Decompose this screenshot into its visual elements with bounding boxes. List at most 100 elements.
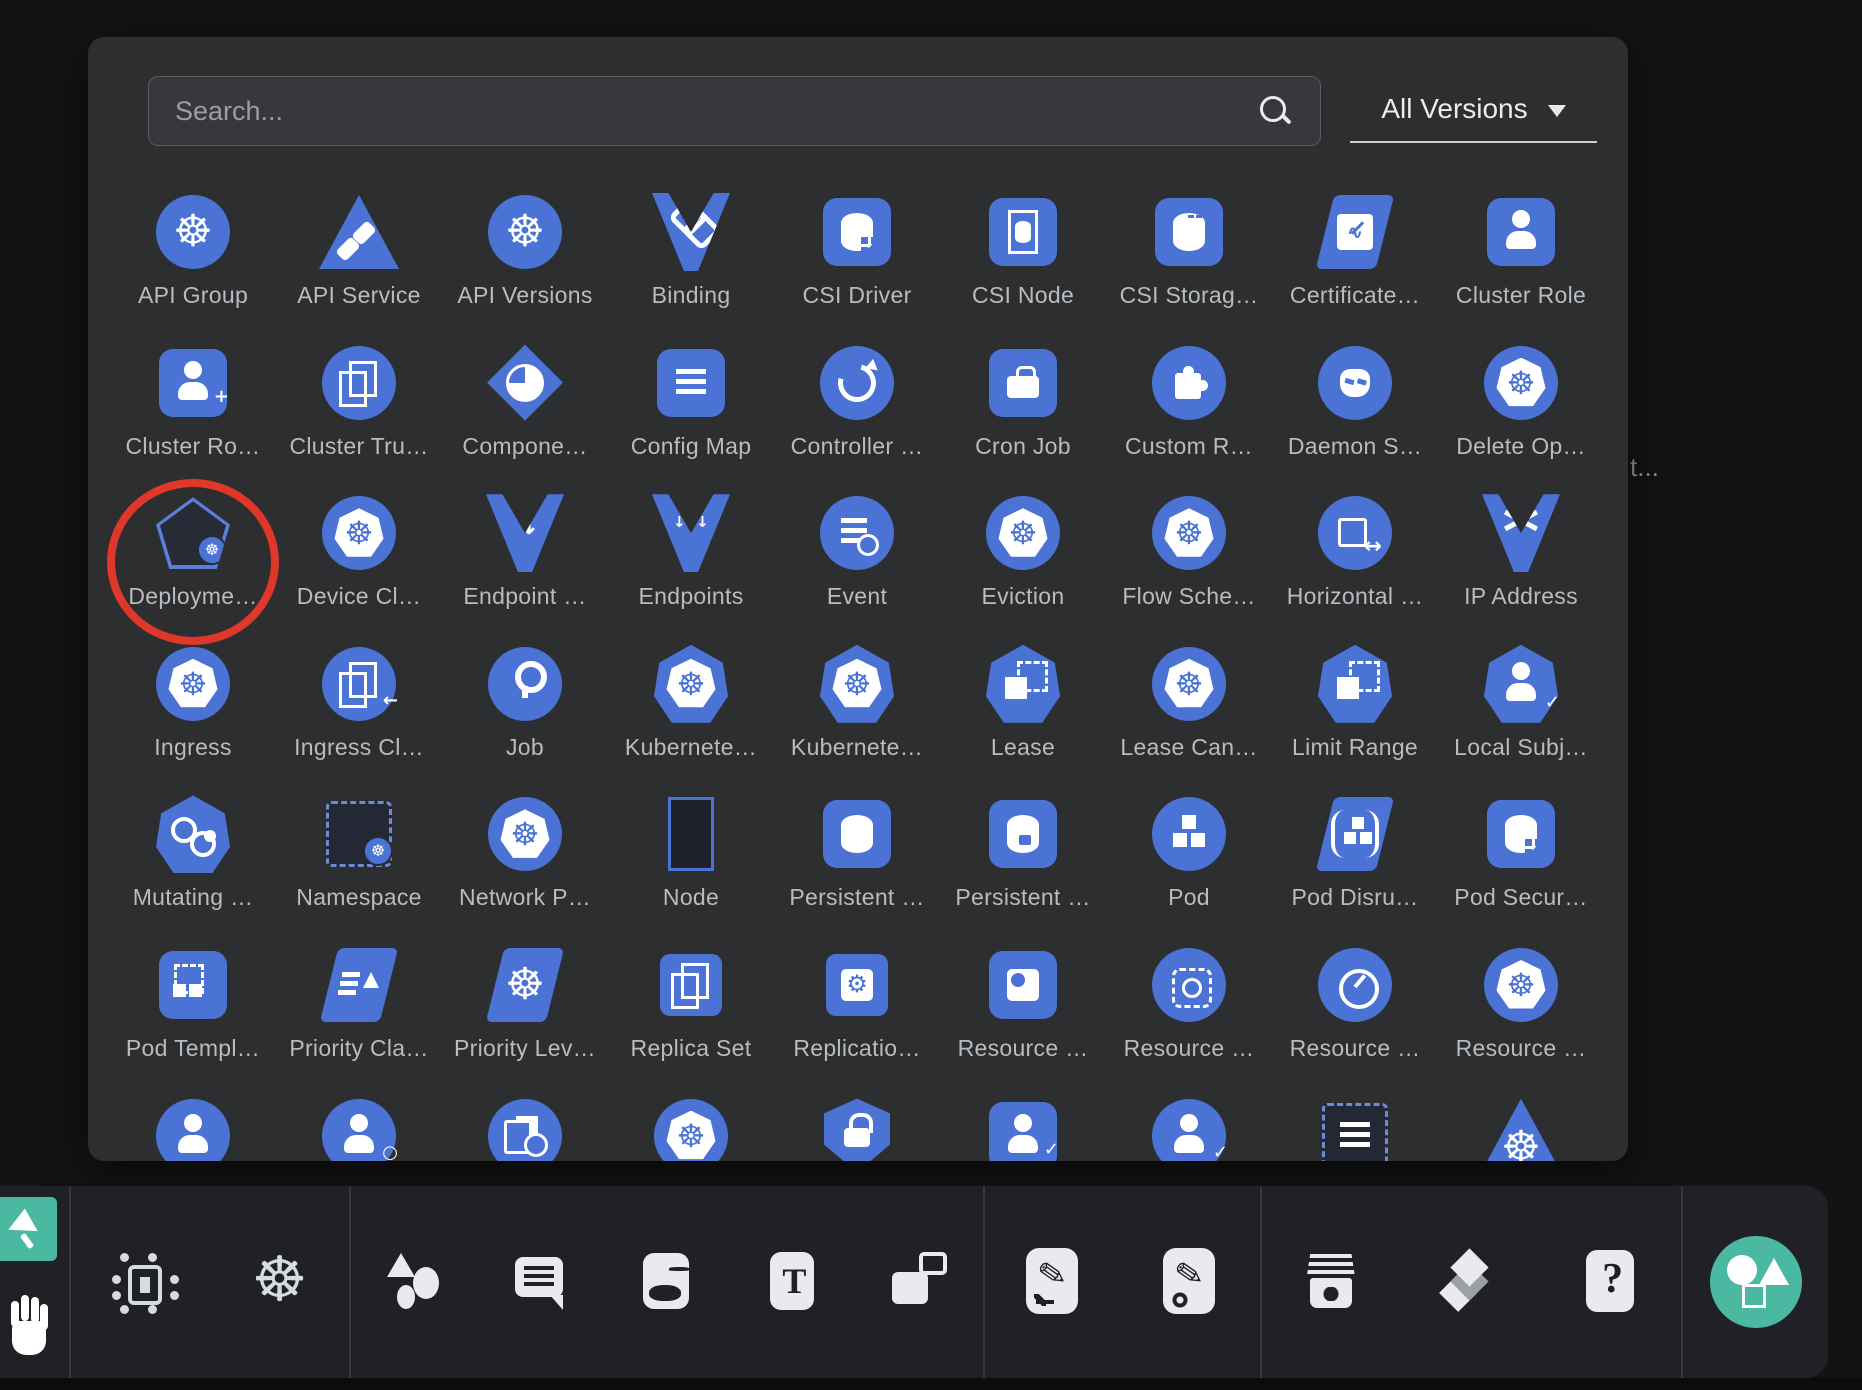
library-item[interactable]: Network P… [442, 794, 608, 945]
library-item[interactable]: Priority Lev… [442, 945, 608, 1096]
select-tool[interactable] [0, 1197, 57, 1261]
library-item[interactable]: ○ [276, 1096, 442, 1161]
library-item[interactable]: Config Map [608, 343, 774, 494]
wheel-inv-icon [1484, 948, 1558, 1022]
library-item[interactable]: Pod Disru… [1272, 794, 1438, 945]
library-item[interactable] [774, 1096, 940, 1161]
library-item[interactable]: API Versions [442, 192, 608, 343]
library-item[interactable]: Replica Set [608, 945, 774, 1096]
library-item[interactable]: Ingress [110, 644, 276, 795]
library-item[interactable]: Daemon S… [1272, 343, 1438, 494]
library-item[interactable]: CSI Node [940, 192, 1106, 343]
library-item[interactable]: Pod Secur… [1438, 794, 1604, 945]
library-item[interactable]: Priority Cla… [276, 945, 442, 1096]
search-input[interactable] [149, 96, 1258, 127]
docs-icon [660, 954, 722, 1016]
priority-icon [320, 948, 398, 1022]
library-item[interactable]: Pod [1106, 794, 1272, 945]
shape-library-button[interactable] [1710, 1236, 1802, 1328]
library-item[interactable]: Cluster Role [1438, 192, 1604, 343]
library-item[interactable]: Binding [608, 192, 774, 343]
library-item[interactable]: Node [608, 794, 774, 945]
image-tool[interactable] [632, 1247, 702, 1317]
archive-button[interactable] [1297, 1247, 1367, 1317]
library-item[interactable]: Persistent … [774, 794, 940, 945]
library-item[interactable] [1272, 1096, 1438, 1161]
library-item[interactable]: Namespace [276, 794, 442, 945]
version-filter-dropdown[interactable]: All Versions [1350, 77, 1597, 143]
layers-button[interactable] [1436, 1247, 1506, 1317]
library-item[interactable]: API Group [110, 192, 276, 343]
library-item[interactable]: Kubernete… [608, 644, 774, 795]
library-item[interactable]: Persistent … [940, 794, 1106, 945]
library-item[interactable]: ✓Local Subj… [1438, 644, 1604, 795]
library-item[interactable]: CSI Driver [774, 192, 940, 343]
library-item[interactable]: Compone… [442, 343, 608, 494]
library-item[interactable]: Certificate… [1272, 192, 1438, 343]
circuit-tool[interactable] [106, 1247, 176, 1317]
library-item[interactable] [608, 1096, 774, 1161]
library-item[interactable]: ←Ingress Cl… [276, 644, 442, 795]
library-item[interactable]: CSI Storag… [1106, 192, 1272, 343]
library-item[interactable]: Lease Can… [1106, 644, 1272, 795]
library-item[interactable]: ✓ [940, 1096, 1106, 1161]
library-item[interactable]: Flow Sche… [1106, 493, 1272, 644]
hand-tool-icon[interactable] [2, 1285, 62, 1369]
library-item[interactable]: Replicatio… [774, 945, 940, 1096]
library-item-label: Endpoint … [463, 583, 586, 610]
library-item[interactable]: Deployme… [110, 493, 276, 644]
library-item[interactable]: Mutating … [110, 794, 276, 945]
pen-scribble-tool[interactable] [1156, 1247, 1226, 1317]
library-item[interactable]: Custom R… [1106, 343, 1272, 494]
library-item[interactable]: Device Cl… [276, 493, 442, 644]
library-item[interactable]: Horizontal … [1272, 493, 1438, 644]
library-item-label: Custom R… [1125, 433, 1253, 460]
library-item[interactable]: Cluster Tru… [276, 343, 442, 494]
library-item[interactable]: +Cluster Ro… [110, 343, 276, 494]
note-tool[interactable] [506, 1247, 576, 1317]
library-item[interactable]: Pod Templ… [110, 945, 276, 1096]
library-item[interactable]: Cron Job [940, 343, 1106, 494]
library-item[interactable]: Resource … [1438, 945, 1604, 1096]
library-item[interactable] [1438, 1096, 1604, 1161]
rect-arrow-icon [486, 494, 564, 572]
library-item[interactable]: ✓ [1106, 1096, 1272, 1161]
library-item-label: Ingress Cl… [294, 734, 424, 761]
frame-tool[interactable] [885, 1247, 955, 1317]
library-item[interactable] [442, 1096, 608, 1161]
library-item[interactable] [110, 1096, 276, 1161]
shapes-tool[interactable] [379, 1247, 449, 1317]
library-item[interactable]: Controller … [774, 343, 940, 494]
canvas-partial-text: t... [1630, 452, 1659, 483]
wheel-inv-icon [1152, 496, 1226, 570]
library-item-label: API Group [138, 282, 248, 309]
library-item[interactable]: Resource … [1272, 945, 1438, 1096]
logo-group [1683, 1186, 1828, 1378]
cyl-lock-icon [989, 800, 1057, 868]
panel-group [1262, 1186, 1681, 1378]
library-item[interactable]: Kubernete… [774, 644, 940, 795]
library-item[interactable]: Endpoints [608, 493, 774, 644]
sqdash-icon [1318, 645, 1392, 723]
library-item-label: Resource … [958, 1035, 1089, 1062]
library-item[interactable]: Resource … [1106, 945, 1272, 1096]
pen-arrow-tool[interactable] [1019, 1247, 1089, 1317]
library-item[interactable]: Delete Op… [1438, 343, 1604, 494]
help-button[interactable] [1576, 1247, 1646, 1317]
library-item[interactable]: Resource … [940, 945, 1106, 1096]
library-item[interactable]: Event [774, 493, 940, 644]
library-item[interactable]: Endpoint … [442, 493, 608, 644]
library-item-label: Horizontal … [1287, 583, 1424, 610]
library-item-label: CSI Node [972, 282, 1074, 309]
puzzle-icon [1152, 346, 1226, 420]
library-item[interactable]: Job [442, 644, 608, 795]
library-item[interactable]: API Service [276, 192, 442, 343]
kubernetes-library-tool[interactable] [245, 1247, 315, 1317]
library-item[interactable]: Lease [940, 644, 1106, 795]
text-tool[interactable] [758, 1247, 828, 1317]
library-item[interactable]: Eviction [940, 493, 1106, 644]
wheel-inv-icon [1484, 346, 1558, 420]
library-item[interactable]: IP Address [1438, 493, 1604, 644]
canvas[interactable]: t... All Versions API Group API ServiceAP… [0, 0, 1862, 1390]
library-item[interactable]: Limit Range [1272, 644, 1438, 795]
